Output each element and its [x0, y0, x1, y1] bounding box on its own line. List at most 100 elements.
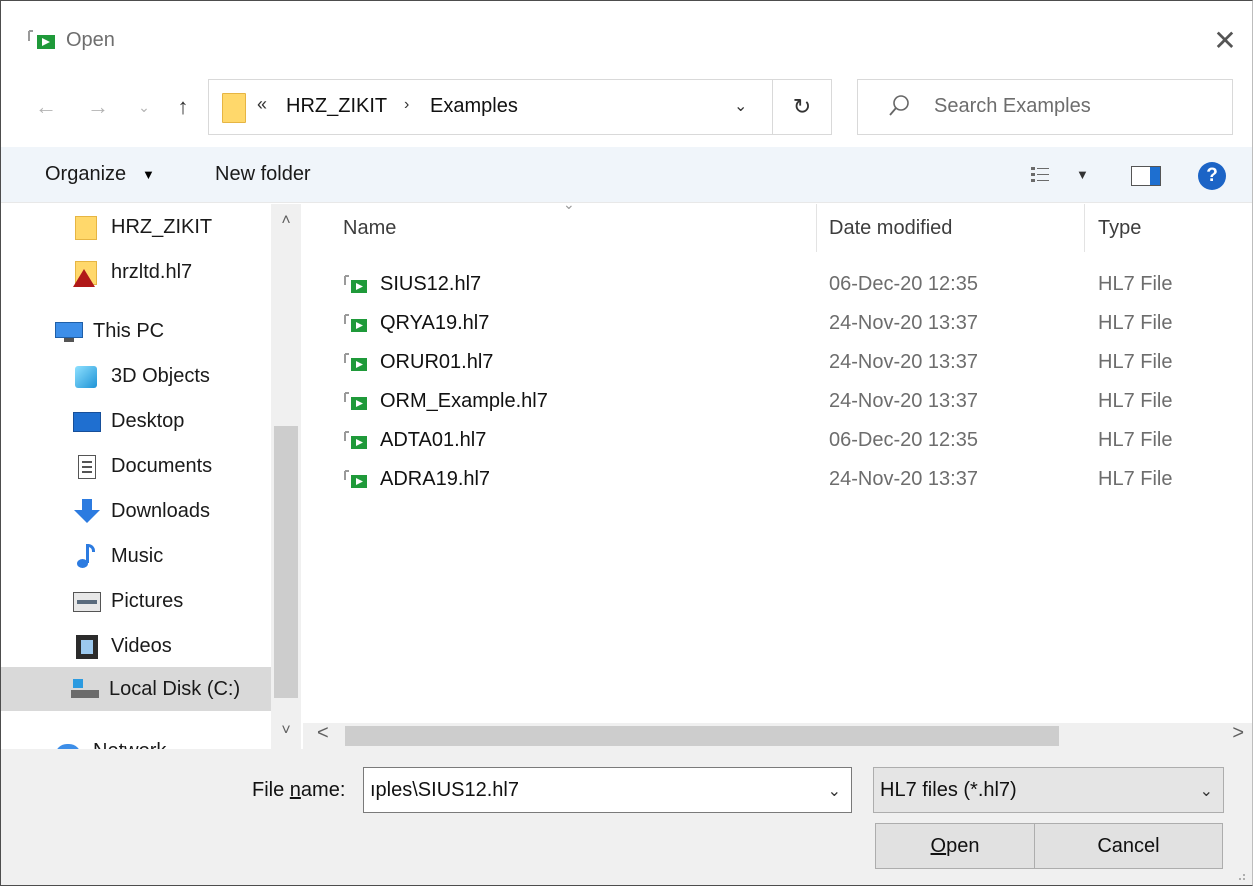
scroll-right-icon[interactable]: >: [1232, 722, 1244, 745]
sidebar-item-pictures[interactable]: Pictures: [73, 581, 183, 621]
address-dropdown-icon[interactable]: ⌄: [734, 96, 747, 116]
file-date: 24-Nov-20 13:37: [829, 351, 978, 373]
file-name: ORM_Example.hl7: [380, 390, 548, 412]
sidebar-item-label: Local Disk (C:): [109, 677, 241, 700]
sidebar-item-music[interactable]: Music: [73, 536, 163, 576]
view-options-icon[interactable]: [1031, 166, 1049, 184]
label-text: ame:: [300, 779, 346, 801]
scrollbar-thumb[interactable]: [345, 726, 1059, 746]
navigation-pane: HRZ_ZIKIT hrzltd.hl7 This PC 3D Objects …: [1, 204, 301, 749]
file-type: HL7 File: [1098, 273, 1173, 295]
caret-down-icon: ▼: [142, 167, 155, 182]
back-button[interactable]: ←: [29, 89, 63, 125]
view-dropdown-icon[interactable]: ▼: [1076, 167, 1089, 182]
window-title: Open: [66, 29, 115, 51]
hl7-file-icon: [344, 314, 367, 332]
title-bar: Open ✕: [1, 1, 1252, 81]
documents-icon: [73, 453, 101, 479]
file-list-scrollbar[interactable]: < >: [303, 722, 1252, 749]
sidebar-item-label: Desktop: [111, 409, 185, 432]
column-divider[interactable]: [1084, 204, 1085, 252]
file-row[interactable]: ORM_Example.hl7 24-Nov-20 13:37 HL7 File: [301, 382, 1252, 420]
sidebar-item-hrzltd[interactable]: hrzltd.hl7: [73, 252, 192, 292]
network-icon: [55, 738, 83, 749]
chevron-down-icon[interactable]: ⌄: [828, 781, 841, 801]
new-folder-button[interactable]: New folder: [215, 163, 311, 186]
file-row[interactable]: ADTA01.hl7 06-Dec-20 12:35 HL7 File: [301, 421, 1252, 459]
sidebar-item-label: HRZ_ZIKIT: [111, 215, 213, 238]
file-type-select[interactable]: HL7 files (*.hl7) ⌄: [873, 767, 1224, 813]
file-name: ADRA19.hl7: [380, 468, 491, 490]
3d-objects-icon: [73, 363, 101, 389]
sidebar-item-downloads[interactable]: Downloads: [73, 491, 210, 531]
column-divider[interactable]: [816, 204, 817, 252]
sidebar-item-hrz-zikit[interactable]: HRZ_ZIKIT: [73, 207, 212, 247]
file-name: ADTA01.hl7: [380, 429, 487, 451]
sidebar-item-videos[interactable]: Videos: [73, 626, 172, 666]
organize-button[interactable]: Organize: [45, 163, 126, 186]
file-list: ⌄ Name Date modified Type SIUS12.hl7 06-…: [301, 196, 1252, 724]
search-icon: [889, 95, 909, 116]
sidebar-item-local-disk[interactable]: Local Disk (C:): [1, 667, 271, 711]
refresh-button[interactable]: ↻: [772, 79, 832, 135]
hl7-file-icon: [344, 353, 367, 371]
cancel-button[interactable]: Cancel: [1034, 823, 1223, 869]
column-header-name[interactable]: Name: [343, 217, 396, 240]
forward-arrow-icon: →: [87, 94, 109, 119]
sidebar-item-documents[interactable]: Documents: [73, 446, 212, 486]
scrollbar-thumb[interactable]: [274, 426, 298, 698]
navigation-scrollbar[interactable]: ˄ ˅: [271, 204, 301, 749]
up-button[interactable]: ↑: [166, 89, 200, 125]
hl7-app-icon: [28, 30, 55, 49]
open-button[interactable]: Open: [875, 823, 1035, 869]
file-type: HL7 File: [1098, 429, 1173, 451]
file-row[interactable]: ORUR01.hl7 24-Nov-20 13:37 HL7 File: [301, 343, 1252, 381]
sidebar-item-network[interactable]: Network: [55, 731, 166, 749]
scroll-left-icon[interactable]: <: [317, 722, 329, 745]
sidebar-item-this-pc[interactable]: This PC: [55, 311, 164, 351]
hl7-file-icon: [344, 392, 367, 410]
file-date: 06-Dec-20 12:35: [829, 429, 978, 451]
file-name-field[interactable]: ıples\SIUS12.hl7 ⌄: [363, 767, 852, 813]
help-icon[interactable]: ?: [1198, 162, 1226, 190]
breadcrumb-hrz-zikit[interactable]: HRZ_ZIKIT: [286, 95, 387, 118]
breadcrumb-overflow-icon[interactable]: «: [257, 94, 267, 115]
resize-grip-icon[interactable]: [1234, 869, 1246, 881]
sidebar-item-3d-objects[interactable]: 3D Objects: [73, 356, 210, 396]
sidebar-item-label: Pictures: [111, 589, 184, 612]
label-accelerator: n: [289, 779, 301, 801]
scroll-up-icon[interactable]: ˄: [271, 212, 301, 230]
recent-locations-button[interactable]: ⌄: [133, 89, 155, 125]
folder-icon: [73, 214, 101, 240]
hl7-file-icon: [344, 470, 367, 488]
search-input[interactable]: Search Examples: [934, 95, 1091, 118]
preview-pane-icon[interactable]: [1131, 166, 1161, 186]
sidebar-item-label: hrzltd.hl7: [111, 260, 193, 283]
file-date: 24-Nov-20 13:37: [829, 390, 978, 412]
search-box[interactable]: Search Examples: [857, 79, 1233, 135]
sidebar-item-label: Music: [111, 544, 164, 567]
file-row[interactable]: QRYA19.hl7 24-Nov-20 13:37 HL7 File: [301, 304, 1252, 342]
sidebar-item-label: Videos: [111, 634, 172, 657]
column-header-type[interactable]: Type: [1098, 217, 1141, 240]
file-type: HL7 File: [1098, 312, 1173, 334]
breadcrumb-separator-icon[interactable]: ›: [404, 96, 409, 114]
column-header-date-modified[interactable]: Date modified: [829, 217, 952, 240]
forward-button[interactable]: →: [81, 89, 115, 125]
close-button[interactable]: ✕: [1198, 13, 1252, 67]
breadcrumb-examples[interactable]: Examples: [430, 95, 518, 118]
hl7-file-icon: [344, 431, 367, 449]
file-name-value[interactable]: ıples\SIUS12.hl7: [370, 779, 519, 802]
downloads-icon: [73, 498, 101, 524]
chevron-down-icon: ⌄: [1199, 783, 1213, 800]
file-name: ORUR01.hl7: [380, 351, 494, 373]
scroll-down-icon[interactable]: ˅: [271, 722, 301, 740]
sidebar-item-label: Downloads: [111, 499, 210, 522]
file-type: HL7 File: [1098, 351, 1173, 373]
address-bar[interactable]: « HRZ_ZIKIT › Examples ⌄: [208, 79, 772, 135]
dialog-footer: File name: ıples\SIUS12.hl7 ⌄ HL7 files …: [1, 749, 1252, 885]
file-row[interactable]: ADRA19.hl7 24-Nov-20 13:37 HL7 File: [301, 460, 1252, 498]
sidebar-item-desktop[interactable]: Desktop: [73, 401, 184, 441]
file-date: 06-Dec-20 12:35: [829, 273, 978, 295]
file-row[interactable]: SIUS12.hl7 06-Dec-20 12:35 HL7 File: [301, 265, 1252, 303]
